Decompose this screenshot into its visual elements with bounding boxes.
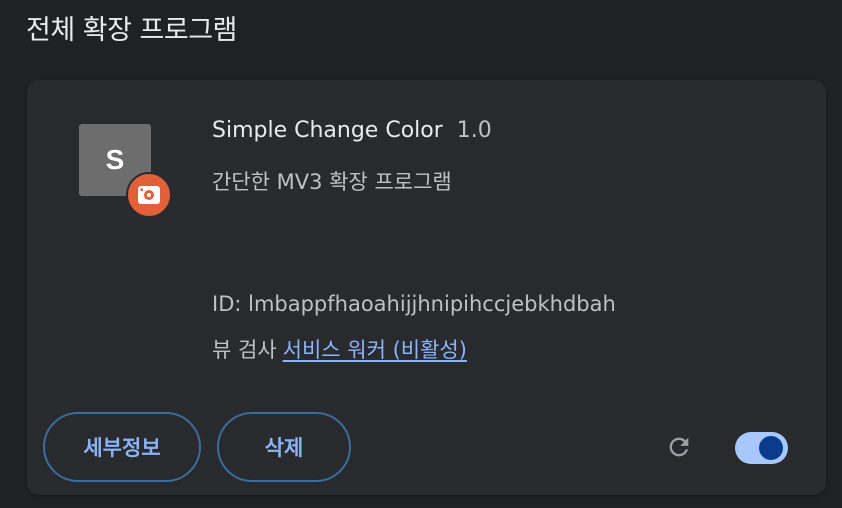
extension-name-row: Simple Change Color 1.0 (212, 118, 492, 143)
inspect-views-label: 뷰 검사 (212, 338, 277, 362)
enable-toggle[interactable] (735, 432, 788, 464)
inspect-views-row: 뷰 검사 서비스 워커 (비활성) (212, 334, 467, 364)
extension-version: 1.0 (456, 118, 492, 143)
extension-description: 간단한 MV3 확장 프로그램 (212, 170, 452, 194)
extension-id: ID: lmbappfhaoahijjhnipihccjebkhdbah (212, 292, 616, 316)
source-badge-icon (138, 186, 160, 204)
page-title: 전체 확장 프로그램 (26, 15, 237, 46)
extension-name: Simple Change Color (212, 118, 443, 143)
extension-card: S Simple Change Color 1.0 간단한 MV3 확장 프로그램… (27, 80, 826, 495)
details-button[interactable]: 세부정보 (43, 412, 201, 482)
unpacked-extension-icon (126, 172, 172, 218)
remove-button[interactable]: 삭제 (217, 412, 351, 482)
extensions-page: 전체 확장 프로그램 S Simple Change Color 1.0 간단한 … (0, 0, 842, 508)
reload-icon (669, 437, 689, 457)
enable-toggle-knob (759, 436, 783, 460)
service-worker-link[interactable]: 서비스 워커 (비활성) (283, 338, 467, 362)
reload-button[interactable] (661, 429, 697, 465)
